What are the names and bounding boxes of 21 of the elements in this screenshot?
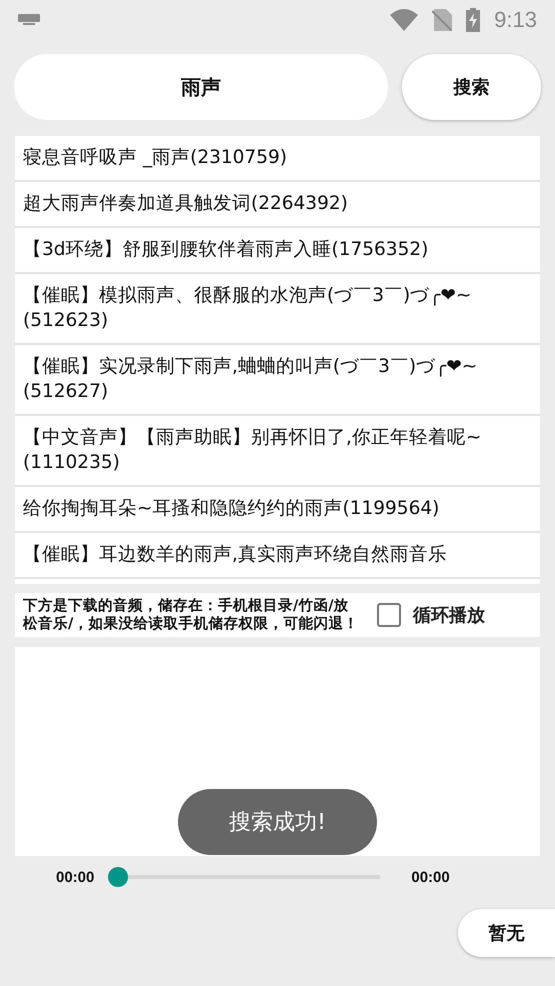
keyboard-icon <box>18 14 40 26</box>
result-item[interactable]: 【催眠】模拟雨声、很酥服的水泡声(づ￣3￣)づ╭❤~(512623) <box>15 274 540 345</box>
wifi-icon <box>390 9 418 31</box>
result-item[interactable]: 【催眠】耳边数羊的雨声,真实雨声环绕自然雨音乐 <box>15 533 540 579</box>
result-item[interactable]: 【中文音声】【雨声助眠】别再怀旧了,你正年轻着呢~(1110235) <box>15 416 540 487</box>
clock: 9:13 <box>494 7 537 33</box>
toast-message: 搜索成功! <box>178 789 377 855</box>
search-button[interactable]: 搜索 <box>402 54 541 120</box>
total-time: 00:00 <box>411 868 450 886</box>
result-item[interactable]: 【催眠】实况录制下雨声,蛐蛐的叫声(づ￣3￣)づ╭❤~(512627) <box>15 345 540 416</box>
storage-notice: 下方是下载的音频，储存在：手机根目录/竹函/放松音乐/，如果没给读取手机储存权限，可能闪退！ <box>23 597 360 633</box>
pause-button[interactable]: 暂无 <box>458 909 555 957</box>
elapsed-time: 00:00 <box>56 868 94 886</box>
result-item[interactable]: 给你掏掏耳朵~耳搔和隐隐约约的雨声(1199564) <box>15 487 540 533</box>
no-sim-icon <box>432 9 452 31</box>
result-item[interactable]: 寝息音呼吸声 _雨声(2310759) <box>15 136 540 182</box>
battery-charging-icon <box>466 8 480 32</box>
search-field[interactable]: 雨声 <box>14 54 388 120</box>
result-item[interactable]: 超大雨声伴奏加道具触发词(2264392) <box>15 182 540 228</box>
result-item[interactable]: 【3d环绕】舒服到腰软伴着雨声入睡(1756352) <box>15 228 540 274</box>
loop-checkbox[interactable]: 循环播放 <box>377 603 485 627</box>
